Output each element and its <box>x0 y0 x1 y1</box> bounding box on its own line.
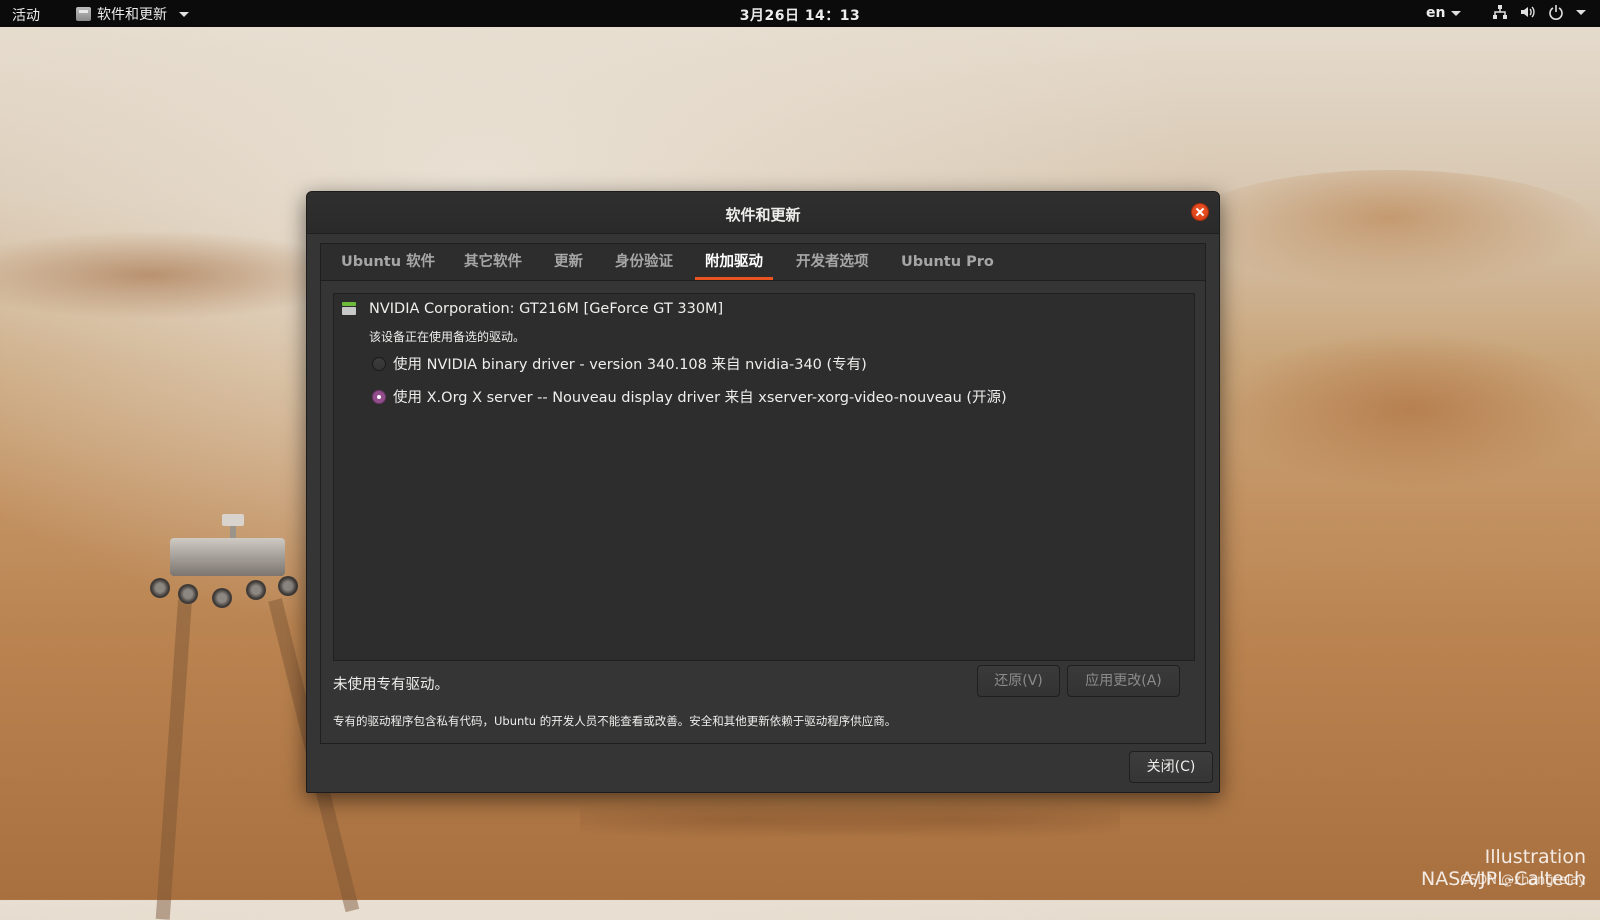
tab-updates[interactable]: 更新 <box>544 244 593 280</box>
tab-ubuntu-pro[interactable]: Ubuntu Pro <box>891 244 1004 280</box>
radio-button-selected[interactable] <box>372 389 386 404</box>
driver-option-nvidia[interactable]: 使用 NVIDIA binary driver - version 340.10… <box>372 353 867 374</box>
language-menu[interactable]: en <box>1426 5 1462 21</box>
dialog-title: 软件和更新 <box>725 206 801 224</box>
tab-developer-options[interactable]: 开发者选项 <box>786 244 879 280</box>
radio-button[interactable] <box>372 356 386 371</box>
credit-line-1: Illustration <box>1484 846 1586 868</box>
clock[interactable]: 3月26日 14：13 <box>0 5 1600 25</box>
top-bar: 活动 软件和更新 3月26日 14：13 en <box>0 0 1600 27</box>
tab-other-software[interactable]: 其它软件 <box>454 244 532 280</box>
csdn-watermark: CSDN @zhangrelay <box>1459 873 1586 888</box>
tab-bar: Ubuntu 软件 其它软件 更新 身份验证 附加驱动 开发者选项 Ubuntu… <box>321 244 1205 281</box>
driver-option-label: 使用 X.Org X server -- Nouveau display dri… <box>393 390 1007 406</box>
tab-notebook: Ubuntu 软件 其它软件 更新 身份验证 附加驱动 开发者选项 Ubuntu… <box>320 243 1206 744</box>
network-icon <box>1493 5 1507 19</box>
wallpaper-hill <box>1180 170 1600 290</box>
chevron-down-icon <box>1451 10 1462 16</box>
system-tray[interactable] <box>1492 4 1586 20</box>
device-name: NVIDIA Corporation: GT216M [GeForce GT 3… <box>369 301 724 317</box>
software-updates-dialog: 软件和更新 Ubuntu 软件 其它软件 更新 身份验证 附加驱动 开发者选项 … <box>306 191 1220 793</box>
close-button[interactable]: 关闭(C) <box>1129 751 1213 783</box>
driver-option-nouveau[interactable]: 使用 X.Org X server -- Nouveau display dri… <box>372 386 1007 407</box>
credit-line-2: NASA/JPL-Caltech CSDN @zhangrelay <box>1421 868 1586 890</box>
driver-status-text: 未使用专有驱动。 <box>333 677 449 693</box>
driver-list: NVIDIA Corporation: GT216M [GeForce GT 3… <box>333 293 1195 661</box>
driver-option-label: 使用 NVIDIA binary driver - version 340.10… <box>393 357 867 373</box>
close-icon[interactable] <box>1191 203 1209 221</box>
tab-ubuntu-software[interactable]: Ubuntu 软件 <box>331 244 445 280</box>
rover-track <box>155 599 192 920</box>
tab-additional-drivers[interactable]: 附加驱动 <box>695 244 773 280</box>
wallpaper-rocks <box>580 790 1120 850</box>
gpu-device-icon <box>342 302 356 315</box>
tab-authentication[interactable]: 身份验证 <box>605 244 683 280</box>
volume-icon <box>1521 6 1535 18</box>
dialog-titlebar[interactable]: 软件和更新 <box>307 192 1219 234</box>
revert-button[interactable]: 还原(V) <box>977 665 1060 697</box>
language-label: en <box>1426 5 1446 21</box>
device-status: 该设备正在使用备选的驱动。 <box>369 330 526 344</box>
power-icon <box>1549 5 1563 20</box>
chevron-down-icon <box>1576 9 1586 15</box>
wallpaper-hill <box>1220 330 1600 490</box>
apply-changes-button[interactable]: 应用更改(A) <box>1067 665 1180 697</box>
wallpaper-credit: Illustration NASA/JPL-Caltech CSDN @zhan… <box>1421 846 1586 890</box>
proprietary-driver-note: 专有的驱动程序包含私有代码，Ubuntu 的开发人员不能查看或改善。安全和其他更… <box>333 714 897 728</box>
rover-illustration <box>150 514 300 613</box>
